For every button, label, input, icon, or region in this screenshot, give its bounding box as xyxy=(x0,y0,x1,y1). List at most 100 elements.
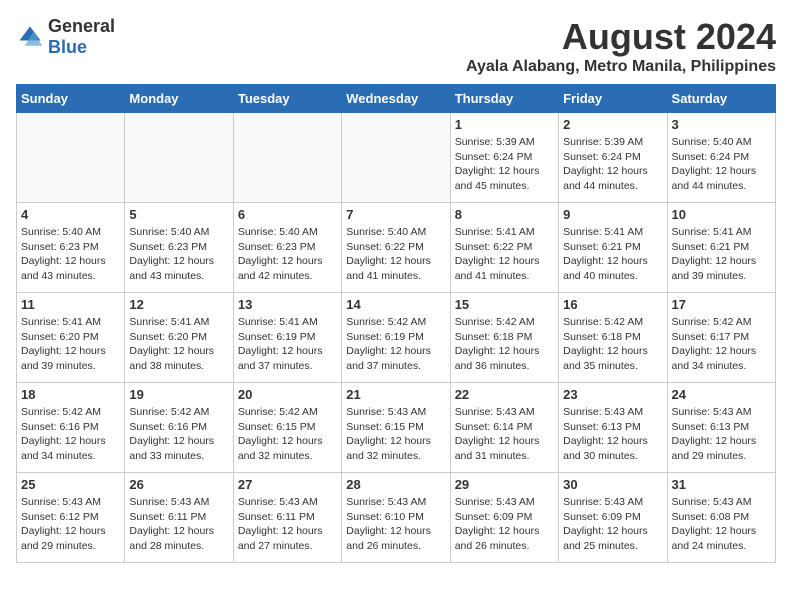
day-info: Sunrise: 5:43 AM Sunset: 6:15 PM Dayligh… xyxy=(346,405,445,464)
day-info: Sunrise: 5:42 AM Sunset: 6:18 PM Dayligh… xyxy=(455,315,554,374)
day-number: 3 xyxy=(672,117,771,132)
day-info: Sunrise: 5:41 AM Sunset: 6:20 PM Dayligh… xyxy=(21,315,120,374)
day-info: Sunrise: 5:43 AM Sunset: 6:09 PM Dayligh… xyxy=(455,495,554,554)
day-number: 16 xyxy=(563,297,662,312)
main-title: August 2024 xyxy=(466,16,776,58)
day-number: 15 xyxy=(455,297,554,312)
calendar: SundayMondayTuesdayWednesdayThursdayFrid… xyxy=(16,84,776,563)
day-number: 23 xyxy=(563,387,662,402)
calendar-cell: 5Sunrise: 5:40 AM Sunset: 6:23 PM Daylig… xyxy=(125,203,233,293)
day-info: Sunrise: 5:41 AM Sunset: 6:22 PM Dayligh… xyxy=(455,225,554,284)
day-number: 20 xyxy=(238,387,337,402)
day-info: Sunrise: 5:42 AM Sunset: 6:15 PM Dayligh… xyxy=(238,405,337,464)
calendar-cell: 3 Sunrise: 5:40 AM Sunset: 6:24 PM Daylig… xyxy=(667,113,775,203)
calendar-cell: 9Sunrise: 5:41 AM Sunset: 6:21 PM Daylig… xyxy=(559,203,667,293)
calendar-cell: 29 Sunrise: 5:43 AM Sunset: 6:09 PM Dayli… xyxy=(450,473,558,563)
day-info: Sunrise: 5:41 AM Sunset: 6:21 PM Dayligh… xyxy=(563,225,662,284)
day-info: Sunrise: 5:43 AM Sunset: 6:09 PM Dayligh… xyxy=(563,495,662,554)
day-info: Sunrise: 5:39 AM Sunset: 6:24 PM Dayligh… xyxy=(563,135,662,194)
day-number: 4 xyxy=(21,207,120,222)
calendar-cell: 24 Sunrise: 5:43 AM Sunset: 6:13 PM Dayli… xyxy=(667,383,775,473)
calendar-cell xyxy=(233,113,341,203)
calendar-cell: 16 Sunrise: 5:42 AM Sunset: 6:18 PM Dayli… xyxy=(559,293,667,383)
calendar-cell: 2 Sunrise: 5:39 AM Sunset: 6:24 PM Daylig… xyxy=(559,113,667,203)
day-info: Sunrise: 5:41 AM Sunset: 6:20 PM Dayligh… xyxy=(129,315,228,374)
calendar-cell xyxy=(125,113,233,203)
calendar-header-row: SundayMondayTuesdayWednesdayThursdayFrid… xyxy=(17,85,776,113)
day-number: 12 xyxy=(129,297,228,312)
day-number: 31 xyxy=(672,477,771,492)
calendar-cell: 28Sunrise: 5:43 AM Sunset: 6:10 PM Dayli… xyxy=(342,473,450,563)
day-number: 27 xyxy=(238,477,337,492)
day-info: Sunrise: 5:42 AM Sunset: 6:17 PM Dayligh… xyxy=(672,315,771,374)
day-number: 22 xyxy=(455,387,554,402)
weekday-header-saturday: Saturday xyxy=(667,85,775,113)
calendar-cell: 4 Sunrise: 5:40 AM Sunset: 6:23 PM Daylig… xyxy=(17,203,125,293)
week-row-1: 1Sunrise: 5:39 AM Sunset: 6:24 PM Daylig… xyxy=(17,113,776,203)
day-number: 13 xyxy=(238,297,337,312)
day-info: Sunrise: 5:40 AM Sunset: 6:23 PM Dayligh… xyxy=(21,225,120,284)
weekday-header-sunday: Sunday xyxy=(17,85,125,113)
day-number: 14 xyxy=(346,297,445,312)
day-number: 2 xyxy=(563,117,662,132)
day-info: Sunrise: 5:43 AM Sunset: 6:13 PM Dayligh… xyxy=(672,405,771,464)
day-number: 21 xyxy=(346,387,445,402)
day-info: Sunrise: 5:40 AM Sunset: 6:22 PM Dayligh… xyxy=(346,225,445,284)
calendar-cell: 31 Sunrise: 5:43 AM Sunset: 6:08 PM Dayli… xyxy=(667,473,775,563)
day-info: Sunrise: 5:42 AM Sunset: 6:16 PM Dayligh… xyxy=(129,405,228,464)
weekday-header-monday: Monday xyxy=(125,85,233,113)
day-number: 30 xyxy=(563,477,662,492)
day-number: 6 xyxy=(238,207,337,222)
day-info: Sunrise: 5:42 AM Sunset: 6:16 PM Dayligh… xyxy=(21,405,120,464)
calendar-cell: 10 Sunrise: 5:41 AM Sunset: 6:21 PM Dayli… xyxy=(667,203,775,293)
day-info: Sunrise: 5:40 AM Sunset: 6:24 PM Dayligh… xyxy=(672,135,771,194)
day-info: Sunrise: 5:41 AM Sunset: 6:21 PM Dayligh… xyxy=(672,225,771,284)
calendar-cell: 7 Sunrise: 5:40 AM Sunset: 6:22 PM Daylig… xyxy=(342,203,450,293)
day-number: 26 xyxy=(129,477,228,492)
calendar-cell: 12 Sunrise: 5:41 AM Sunset: 6:20 PM Dayli… xyxy=(125,293,233,383)
day-number: 10 xyxy=(672,207,771,222)
calendar-cell: 22 Sunrise: 5:43 AM Sunset: 6:14 PM Dayli… xyxy=(450,383,558,473)
calendar-cell: 21 Sunrise: 5:43 AM Sunset: 6:15 PM Dayli… xyxy=(342,383,450,473)
day-number: 8 xyxy=(455,207,554,222)
week-row-5: 25Sunrise: 5:43 AM Sunset: 6:12 PM Dayli… xyxy=(17,473,776,563)
logo-general: General xyxy=(48,16,115,36)
day-info: Sunrise: 5:40 AM Sunset: 6:23 PM Dayligh… xyxy=(238,225,337,284)
day-info: Sunrise: 5:43 AM Sunset: 6:08 PM Dayligh… xyxy=(672,495,771,554)
calendar-cell xyxy=(342,113,450,203)
calendar-cell: 30 Sunrise: 5:43 AM Sunset: 6:09 PM Dayli… xyxy=(559,473,667,563)
day-number: 19 xyxy=(129,387,228,402)
weekday-header-friday: Friday xyxy=(559,85,667,113)
day-info: Sunrise: 5:39 AM Sunset: 6:24 PM Dayligh… xyxy=(455,135,554,194)
calendar-cell: 26Sunrise: 5:43 AM Sunset: 6:11 PM Dayli… xyxy=(125,473,233,563)
day-number: 28 xyxy=(346,477,445,492)
day-number: 17 xyxy=(672,297,771,312)
subtitle: Ayala Alabang, Metro Manila, Philippines xyxy=(466,58,776,76)
week-row-2: 4 Sunrise: 5:40 AM Sunset: 6:23 PM Daylig… xyxy=(17,203,776,293)
calendar-cell: 25Sunrise: 5:43 AM Sunset: 6:12 PM Dayli… xyxy=(17,473,125,563)
calendar-cell: 11 Sunrise: 5:41 AM Sunset: 6:20 PM Dayli… xyxy=(17,293,125,383)
day-info: Sunrise: 5:42 AM Sunset: 6:19 PM Dayligh… xyxy=(346,315,445,374)
day-number: 24 xyxy=(672,387,771,402)
weekday-header-thursday: Thursday xyxy=(450,85,558,113)
calendar-cell xyxy=(17,113,125,203)
logo-icon xyxy=(16,23,44,51)
day-info: Sunrise: 5:43 AM Sunset: 6:11 PM Dayligh… xyxy=(238,495,337,554)
day-info: Sunrise: 5:43 AM Sunset: 6:12 PM Dayligh… xyxy=(21,495,120,554)
calendar-cell: 27 Sunrise: 5:43 AM Sunset: 6:11 PM Dayli… xyxy=(233,473,341,563)
calendar-cell: 20 Sunrise: 5:42 AM Sunset: 6:15 PM Dayli… xyxy=(233,383,341,473)
day-info: Sunrise: 5:42 AM Sunset: 6:18 PM Dayligh… xyxy=(563,315,662,374)
day-info: Sunrise: 5:40 AM Sunset: 6:23 PM Dayligh… xyxy=(129,225,228,284)
week-row-4: 18Sunrise: 5:42 AM Sunset: 6:16 PM Dayli… xyxy=(17,383,776,473)
day-number: 11 xyxy=(21,297,120,312)
day-info: Sunrise: 5:43 AM Sunset: 6:14 PM Dayligh… xyxy=(455,405,554,464)
calendar-cell: 14 Sunrise: 5:42 AM Sunset: 6:19 PM Dayli… xyxy=(342,293,450,383)
header: General Blue August 2024 Ayala Alabang, … xyxy=(16,16,776,76)
calendar-cell: 15 Sunrise: 5:42 AM Sunset: 6:18 PM Dayli… xyxy=(450,293,558,383)
weekday-header-wednesday: Wednesday xyxy=(342,85,450,113)
weekday-header-tuesday: Tuesday xyxy=(233,85,341,113)
day-number: 7 xyxy=(346,207,445,222)
logo: General Blue xyxy=(16,16,115,58)
calendar-cell: 18Sunrise: 5:42 AM Sunset: 6:16 PM Dayli… xyxy=(17,383,125,473)
day-number: 29 xyxy=(455,477,554,492)
